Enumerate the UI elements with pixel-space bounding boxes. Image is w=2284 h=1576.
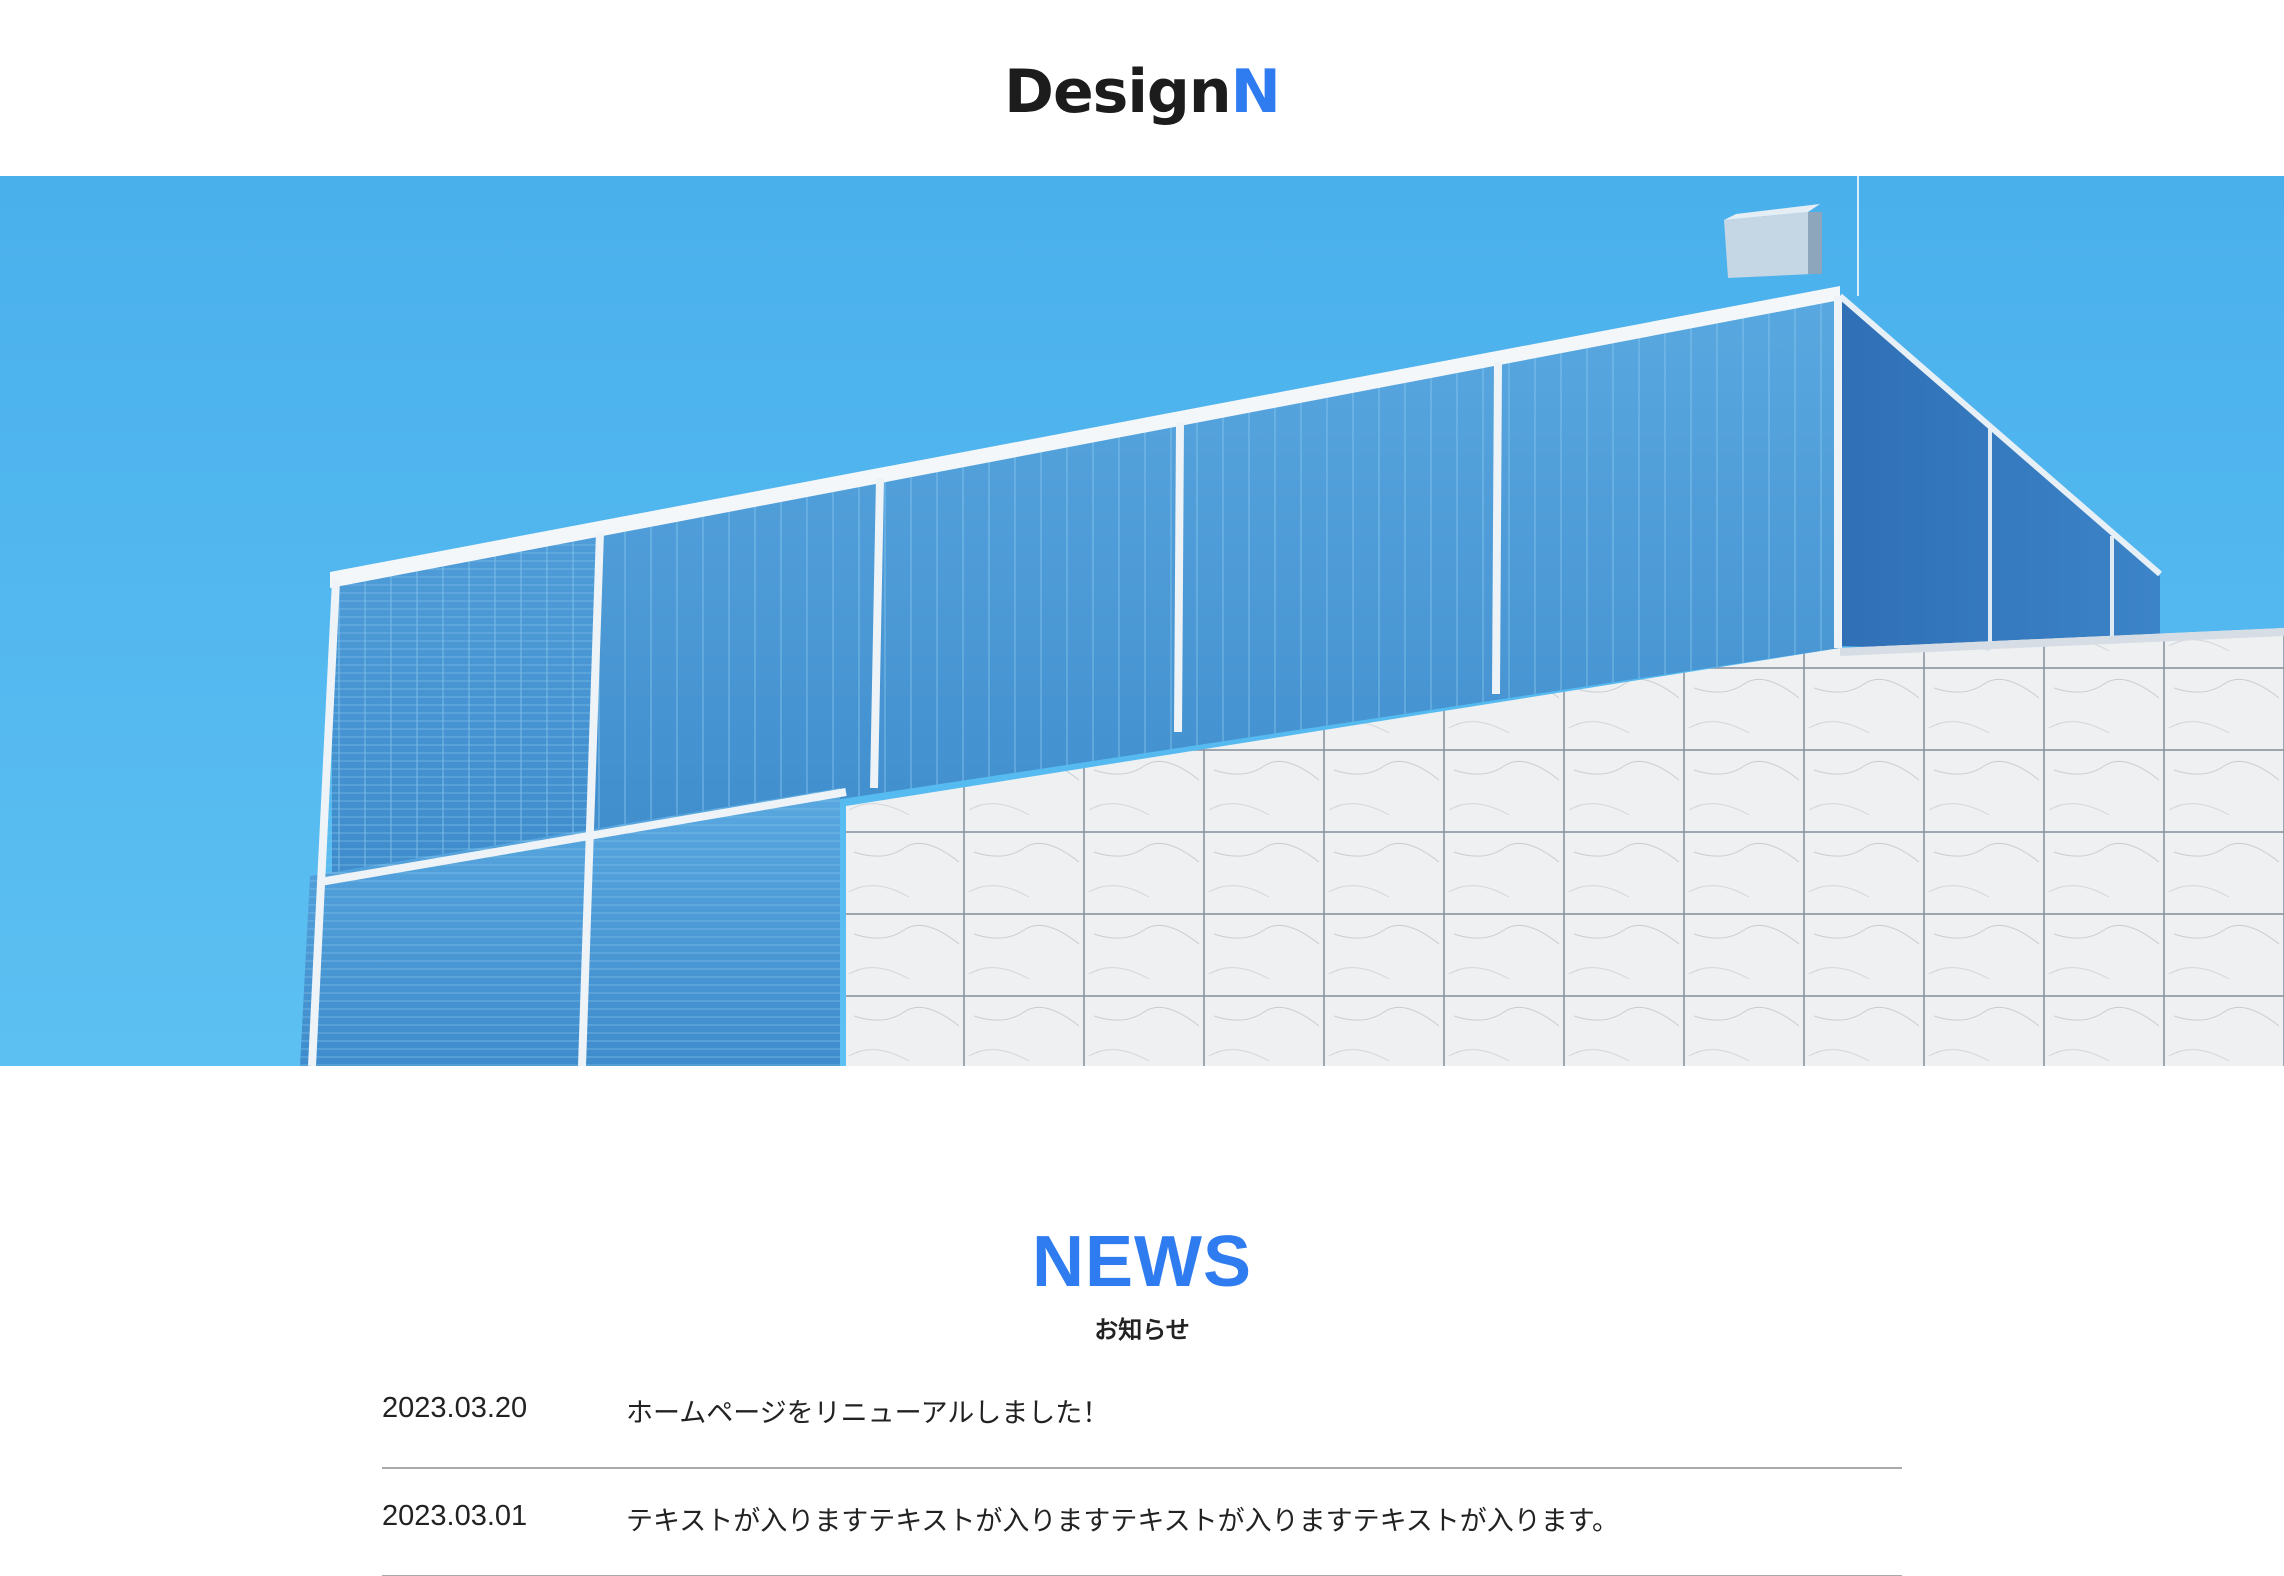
news-subtitle: お知らせ xyxy=(1094,1316,1190,1344)
news-date: 2023.03.20 xyxy=(382,1392,528,1424)
news-heading: NEWS お知らせ xyxy=(382,1226,1902,1345)
news-section: NEWS お知らせ 2023.03.20 ホームページをリニューアルしました！ … xyxy=(382,1066,1902,1576)
logo-main-text: Design xyxy=(1004,57,1231,127)
news-item[interactable]: 2023.03.20 ホームページをリニューアルしました！ xyxy=(382,1365,1902,1469)
hero-image xyxy=(0,176,2284,1066)
news-title: NEWS xyxy=(1032,1222,1252,1302)
site-logo[interactable]: DesignN xyxy=(1004,62,1281,122)
news-text: テキストが入りますテキストが入りますテキストが入りますテキストが入ります。 xyxy=(626,1505,1620,1537)
logo-accent-text: N xyxy=(1230,57,1281,127)
news-date: 2023.03.01 xyxy=(382,1499,528,1532)
building-photo xyxy=(0,176,2284,1066)
news-item[interactable]: 2023.03.01 テキストが入りますテキストが入りますテキストが入りますテキ… xyxy=(382,1469,1902,1576)
site-header: DesignN xyxy=(0,0,2284,176)
news-text: ホームページをリニューアルしました！ xyxy=(626,1398,1110,1429)
news-list: 2023.03.20 ホームページをリニューアルしました！ 2023.03.01… xyxy=(382,1365,1902,1576)
